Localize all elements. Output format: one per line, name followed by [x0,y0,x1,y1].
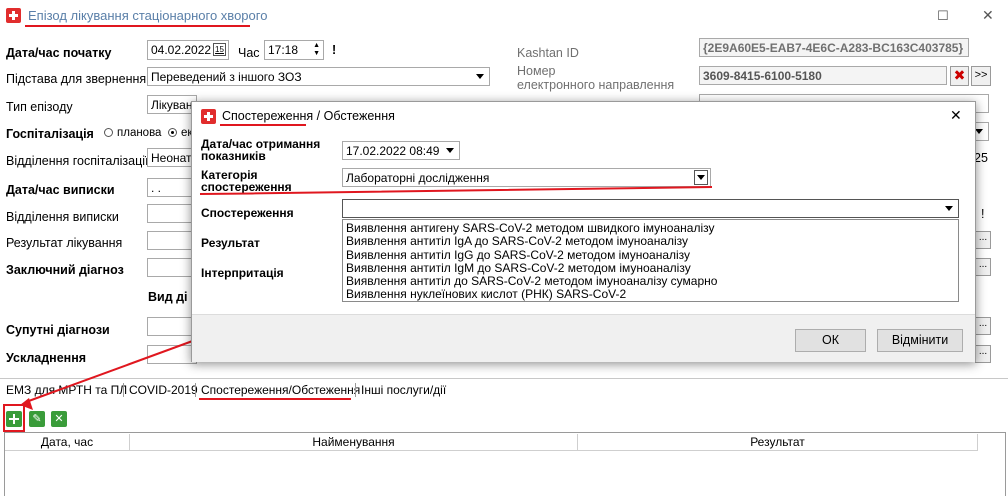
list-item[interactable]: Виявлення антитіл до SARS-CoV-2 методом … [343,274,958,288]
ok-button[interactable]: ОК [795,329,866,352]
list-item[interactable]: Виявлення антигену SARS-CoV-2 методом шв… [343,221,958,235]
chevron-down-icon[interactable] [942,201,956,216]
list-item[interactable]: Виявлення антитіл IgA до SARS-CoV-2 мето… [343,234,958,248]
observation-dropdown-list[interactable]: Виявлення антигену SARS-CoV-2 методом шв… [342,219,959,302]
observation-select[interactable] [342,199,959,218]
interpretation-label: Інтерпритація [201,266,284,280]
list-item[interactable]: Виявлення антитіл IgG до SARS-CoV-2 мето… [343,248,958,262]
cancel-button[interactable]: Відмінити [877,329,963,352]
list-item[interactable]: Виявлення антитіл IgM до SARS-CoV-2 мето… [343,261,958,275]
result-label: Результат [201,236,260,250]
observation-dialog: Спостереження / Обстеження ✕ Дата/час от… [191,101,976,362]
observation-label: Спостереження [201,206,294,220]
list-item[interactable]: Виявлення нуклеїнових кислот (РНК) SARS-… [343,288,958,302]
